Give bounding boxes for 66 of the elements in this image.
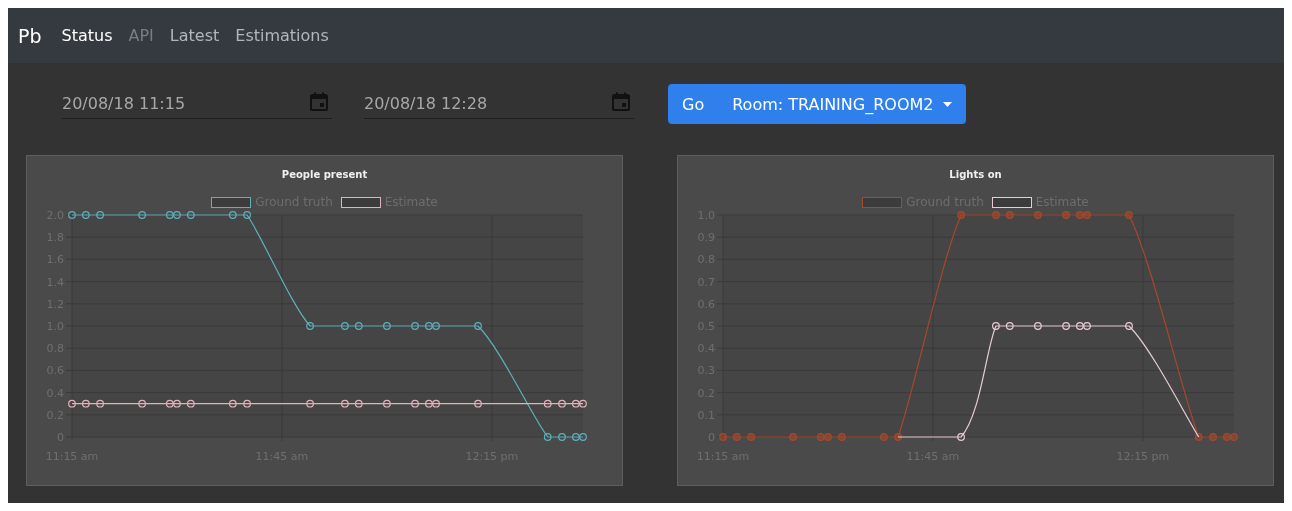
data-point <box>96 211 105 219</box>
data-point <box>1005 211 1014 219</box>
data-point <box>558 433 566 441</box>
data-point <box>1125 322 1133 330</box>
data-point <box>1062 211 1070 219</box>
data-point <box>68 211 76 219</box>
data-point <box>894 433 902 441</box>
chart-title: People present <box>281 169 368 180</box>
data-point <box>354 399 363 408</box>
room-dropdown[interactable]: Room: TRAINING_ROOM2 <box>718 84 967 124</box>
data-point <box>411 399 419 408</box>
data-point <box>474 399 482 408</box>
nav-link[interactable]: Estimations <box>235 26 329 45</box>
data-point <box>543 433 552 441</box>
data-point <box>1125 211 1133 219</box>
data-point <box>1209 433 1217 441</box>
calendar-icon[interactable] <box>310 91 328 111</box>
data-point <box>957 211 965 219</box>
date-field[interactable]: 20/08/18 12:28 <box>364 89 634 119</box>
calendar-icon[interactable] <box>612 91 630 111</box>
data-point <box>543 399 552 408</box>
date-field[interactable]: 20/08/18 11:15 <box>62 89 332 119</box>
data-point <box>68 399 76 408</box>
data-point <box>411 322 419 330</box>
data-point <box>474 322 482 330</box>
data-point <box>228 211 237 219</box>
data-point <box>383 322 391 330</box>
nav-link[interactable]: Latest <box>169 26 220 45</box>
data-point <box>96 399 105 408</box>
data-point <box>306 322 314 330</box>
data-point <box>837 433 846 441</box>
data-point <box>992 211 1000 219</box>
go-button[interactable]: Go <box>668 84 719 124</box>
data-point <box>243 399 251 408</box>
data-point <box>1034 322 1042 330</box>
data-point <box>879 433 888 441</box>
data-point <box>1005 322 1014 330</box>
data-point <box>789 433 797 441</box>
data-point <box>186 399 195 408</box>
data-point <box>81 399 90 408</box>
data-point <box>243 211 251 219</box>
data-point <box>719 433 727 441</box>
data-point <box>138 211 146 219</box>
data-point <box>354 322 363 330</box>
nav-link[interactable]: Status <box>61 26 113 45</box>
data-point <box>138 399 146 408</box>
data-point <box>747 433 756 441</box>
data-point <box>186 211 195 219</box>
data-point <box>81 211 90 219</box>
data-point <box>571 399 580 408</box>
data-point <box>383 399 391 408</box>
data-point <box>957 433 965 441</box>
data-point <box>1034 211 1042 219</box>
data-point <box>1062 322 1070 330</box>
data-point <box>228 399 237 408</box>
data-point <box>306 399 314 408</box>
brand-logo[interactable]: Pb <box>18 24 42 47</box>
caret-icon <box>943 101 953 107</box>
data-point <box>341 399 349 408</box>
data-point <box>165 399 174 408</box>
data-point <box>992 322 1000 330</box>
data-point <box>732 433 741 441</box>
data-point <box>1194 433 1203 441</box>
chart-title: Lights on <box>949 169 1002 180</box>
data-point <box>341 322 349 330</box>
data-point <box>558 399 566 408</box>
